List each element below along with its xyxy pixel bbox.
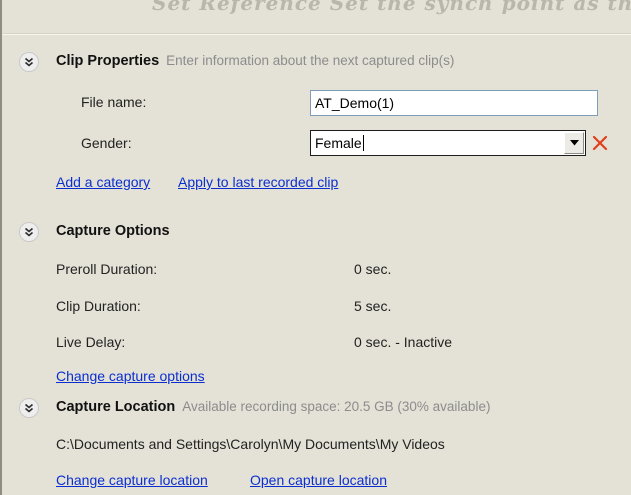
- faded-toolbar-text: Set Reference Set the synch point as th: [152, 0, 631, 15]
- capture-path-text: C:\Documents and Settings\Carolyn\My Doc…: [56, 436, 445, 452]
- open-capture-location-link[interactable]: Open capture location: [250, 472, 387, 488]
- gender-select[interactable]: Female: [310, 130, 586, 156]
- apply-last-clip-link[interactable]: Apply to last recorded clip: [178, 174, 338, 190]
- file-name-input[interactable]: AT_Demo(1): [310, 90, 598, 116]
- capture-options-title: Capture Options: [56, 223, 170, 239]
- section-title-text: Capture Location: [56, 399, 176, 415]
- live-delay-label: Live Delay:: [56, 334, 126, 350]
- file-name-label: File name:: [81, 94, 147, 110]
- section-hint: Enter information about the next capture…: [166, 53, 455, 68]
- preroll-duration-value: 0 sec.: [354, 261, 392, 277]
- capture-location-title: Capture Location Available recording spa…: [56, 399, 490, 415]
- gender-dropdown-button[interactable]: [564, 132, 584, 154]
- change-capture-options-link[interactable]: Change capture options: [56, 368, 205, 384]
- double-chevron-down-icon: [24, 403, 34, 413]
- capture-location-header: Capture Location Available recording spa…: [2, 396, 631, 420]
- double-chevron-down-icon: [24, 227, 34, 237]
- change-capture-location-link[interactable]: Change capture location: [56, 472, 208, 488]
- section-hint: Available recording space: 20.5 GB (30% …: [182, 399, 491, 414]
- capture-options-header: Capture Options: [2, 220, 631, 244]
- preroll-duration-label: Preroll Duration:: [56, 261, 158, 277]
- clip-properties-header: Clip Properties Enter information about …: [2, 50, 631, 74]
- clip-duration-value: 5 sec.: [354, 298, 392, 314]
- collapse-clip-properties-button[interactable]: [19, 52, 39, 72]
- divider-highlight: [2, 34, 631, 35]
- remove-category-button[interactable]: [591, 134, 609, 152]
- text-caret: [363, 135, 364, 151]
- clip-properties-title: Clip Properties Enter information about …: [56, 53, 454, 69]
- section-title-text: Capture Options: [56, 223, 170, 239]
- gender-label: Gender:: [81, 135, 132, 151]
- gender-selected-value: Female: [315, 135, 362, 151]
- top-toolbar-strip: Set Reference Set the synch point as th: [2, 0, 631, 34]
- left-border: [0, 0, 2, 495]
- section-title-text: Clip Properties: [56, 53, 160, 69]
- collapse-capture-location-button[interactable]: [19, 398, 39, 418]
- add-category-link[interactable]: Add a category: [56, 174, 150, 190]
- double-chevron-down-icon: [24, 57, 34, 67]
- triangle-down-icon: [569, 140, 579, 146]
- clip-duration-label: Clip Duration:: [56, 298, 141, 314]
- live-delay-value: 0 sec. - Inactive: [354, 334, 453, 350]
- collapse-capture-options-button[interactable]: [19, 222, 39, 242]
- red-x-icon: [592, 135, 608, 151]
